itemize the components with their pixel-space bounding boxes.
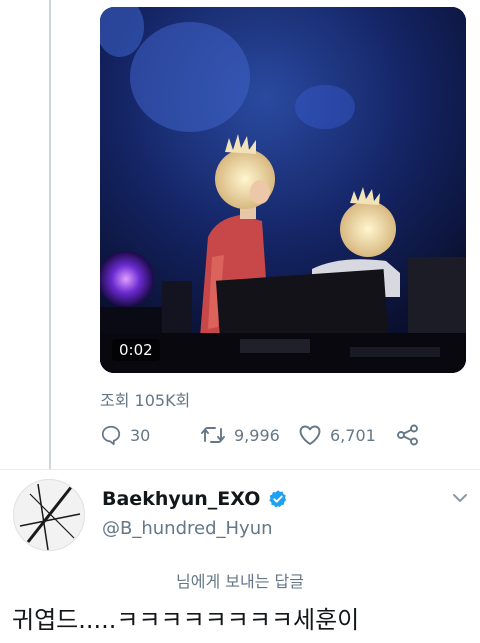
user-handle[interactable]: @B_hundred_Hyun (102, 518, 273, 539)
retweet-button[interactable]: 9,996 (200, 424, 280, 446)
video-duration: 0:02 (112, 339, 160, 361)
retweet-count: 9,996 (234, 425, 280, 445)
display-name[interactable]: Baekhyun_EXO (102, 488, 260, 510)
tweet-text: 귀엽드.....ㅋㅋㅋㅋㅋㅋㅋㅋ세훈이 (12, 606, 360, 634)
tweet-action-bar: 30 9,996 6,701 (100, 424, 440, 450)
reply-count: 30 (130, 425, 151, 445)
verified-badge-icon (268, 489, 288, 509)
like-button[interactable]: 6,701 (298, 424, 376, 446)
share-icon (396, 424, 420, 446)
video-frame (100, 7, 466, 373)
retweet-icon (200, 424, 226, 446)
reply-icon (100, 424, 122, 446)
tweet-divider (0, 469, 480, 470)
heart-icon (298, 424, 322, 446)
video-player[interactable]: 0:02 (100, 7, 466, 373)
reply-button[interactable]: 30 (100, 424, 150, 446)
thread-connector-line (49, 0, 51, 470)
replying-to-label: 님에게 보내는 답글 (176, 572, 304, 591)
chevron-down-icon[interactable] (451, 490, 469, 504)
like-count: 6,701 (330, 425, 376, 445)
share-button[interactable] (396, 424, 420, 446)
avatar[interactable] (13, 479, 85, 551)
view-count: 조회 105K회 (100, 391, 191, 410)
